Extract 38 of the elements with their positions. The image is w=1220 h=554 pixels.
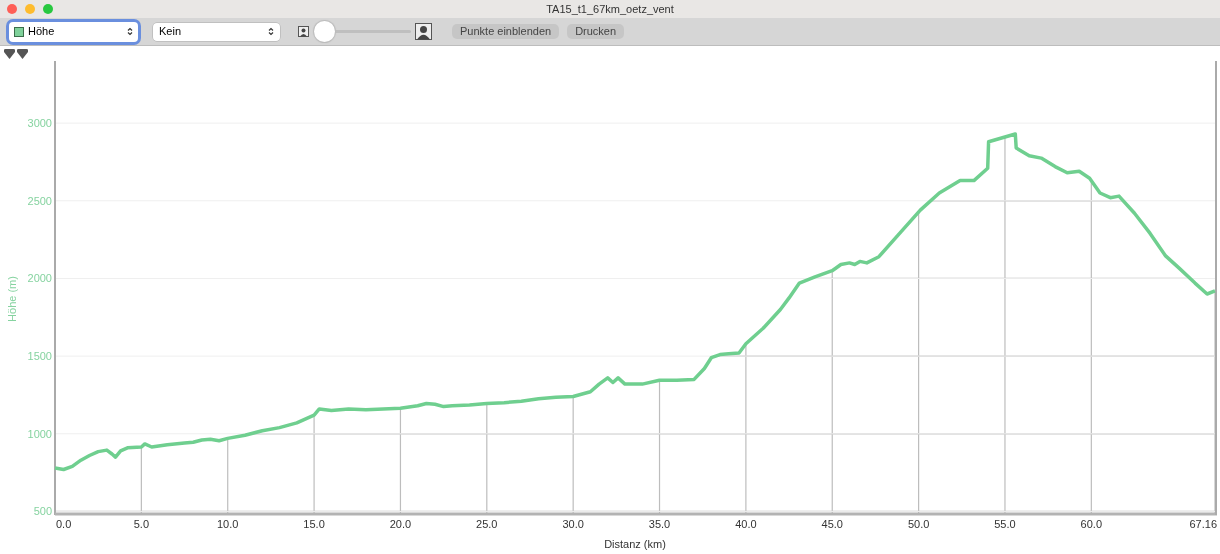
y-tick-label: 2500 bbox=[27, 194, 52, 207]
minimize-button[interactable] bbox=[25, 4, 35, 14]
toolbar-button[interactable]: Drucken bbox=[567, 24, 625, 39]
x-tick-label: 20.0 bbox=[389, 518, 412, 530]
x-tick-label: 5.0 bbox=[133, 518, 149, 530]
x-axis-title: Distanz (km) bbox=[604, 538, 666, 550]
y-tick-label: 500 bbox=[33, 505, 52, 518]
y-tick-label: 3000 bbox=[27, 117, 52, 130]
x-tick-label: 40.0 bbox=[735, 518, 757, 530]
overlay-select[interactable]: Kein bbox=[153, 22, 280, 41]
x-tick-label: 50.0 bbox=[907, 518, 930, 530]
x-tick-label: 55.0 bbox=[994, 518, 1016, 530]
x-tick-label: 45.0 bbox=[821, 518, 843, 530]
y-axis-title: Höhe (m) bbox=[6, 276, 18, 322]
x-tick-label: 25.0 bbox=[476, 518, 498, 530]
x-tick-label: 35.0 bbox=[648, 518, 671, 530]
person-small-icon bbox=[298, 26, 309, 37]
marker-icon[interactable] bbox=[17, 48, 28, 59]
window-title: TA15_t1_67km_oetz_vent bbox=[546, 1, 674, 17]
stepper-icon bbox=[268, 27, 274, 36]
slider-thumb[interactable] bbox=[314, 21, 336, 42]
x-tick-label: 30.0 bbox=[562, 518, 584, 530]
y-tick-label: 1500 bbox=[27, 350, 52, 363]
y-tick-label: 1000 bbox=[27, 427, 52, 440]
x-tick-label: 0.0 bbox=[56, 518, 72, 530]
y-tick-label: 2000 bbox=[27, 272, 52, 285]
x-tick-label: 67.16 bbox=[1189, 518, 1217, 530]
toolbar-button[interactable]: Punkte einblenden bbox=[452, 24, 560, 39]
x-tick-label: 15.0 bbox=[303, 518, 325, 530]
marker-icon[interactable] bbox=[4, 48, 15, 59]
close-button[interactable] bbox=[7, 4, 17, 14]
person-large-icon bbox=[415, 23, 432, 40]
chart-color-icon bbox=[14, 26, 24, 37]
data-select[interactable]: Höhe bbox=[9, 21, 138, 42]
x-tick-label: 10.0 bbox=[217, 518, 239, 530]
stepper-icon bbox=[127, 27, 133, 36]
x-tick-label: 60.0 bbox=[1080, 518, 1103, 530]
zoom-button[interactable] bbox=[43, 4, 53, 14]
